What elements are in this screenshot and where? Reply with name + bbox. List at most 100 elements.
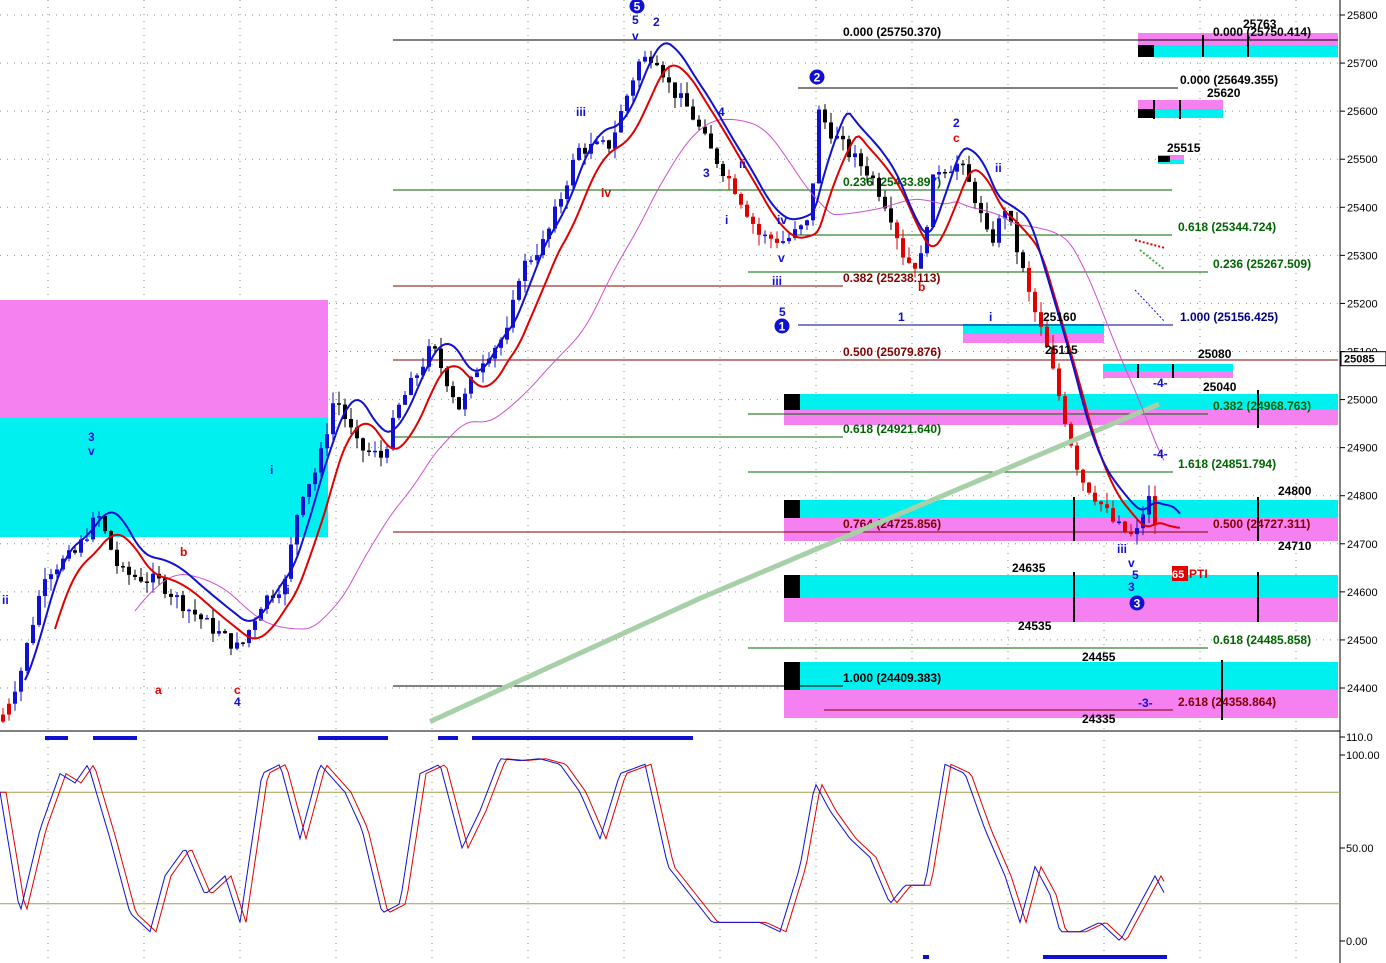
- candle-body: [277, 594, 281, 598]
- price-label: 24535: [1018, 619, 1052, 633]
- osc-axis-label: 110.0: [1346, 732, 1373, 744]
- candle-body: [235, 642, 239, 649]
- candle-body: [55, 569, 59, 575]
- candle-body: [841, 135, 845, 140]
- candle-body: [229, 633, 233, 649]
- candle-body: [685, 93, 689, 107]
- wave-label: ii: [2, 593, 9, 607]
- candle-body: [463, 393, 467, 410]
- candle-body: [457, 397, 461, 410]
- candle-body: [727, 175, 731, 179]
- fib-label: 0.000 (25750.370): [843, 25, 941, 39]
- candle-body: [373, 450, 377, 453]
- price-label: 24335: [1082, 712, 1116, 726]
- price-label: 25115: [1045, 343, 1078, 357]
- osc-axis-label: 50.00: [1346, 843, 1374, 855]
- candle-body: [415, 375, 419, 378]
- axis-tick-label: 25000: [1347, 395, 1378, 407]
- wave-circle-label: 3: [1134, 597, 1141, 611]
- candle-body: [1153, 496, 1157, 526]
- wave-label: c: [953, 131, 960, 145]
- wave-label: 3: [88, 430, 95, 444]
- candle-body: [997, 218, 1001, 243]
- candle-body: [1099, 501, 1103, 505]
- zone-marker: [1158, 156, 1170, 162]
- projection-green: [1139, 249, 1166, 271]
- candle-body: [439, 348, 443, 368]
- fib-label: 0.382 (25238.113): [843, 271, 940, 285]
- candle-body: [631, 80, 635, 96]
- last-price-label: 25085: [1344, 354, 1375, 366]
- candle-body: [211, 618, 215, 634]
- candle-body: [571, 159, 575, 186]
- price-zone: [784, 500, 1338, 518]
- fib-label: 1.000 (25156.425): [1180, 310, 1278, 324]
- wave-label: 2: [653, 15, 660, 29]
- price-label: 25620: [1207, 86, 1241, 100]
- candle-body: [1015, 221, 1019, 253]
- wave-label: ii: [283, 583, 290, 597]
- price-label: 24635: [1012, 561, 1046, 575]
- candle-body: [655, 62, 659, 66]
- candle-body: [991, 229, 995, 243]
- candle-body: [43, 579, 47, 596]
- candle-body: [145, 581, 149, 583]
- candle-body: [409, 377, 413, 395]
- candle-body: [667, 77, 671, 83]
- candle-body: [829, 122, 833, 139]
- candle-body: [187, 609, 191, 612]
- candle-body: [49, 574, 53, 580]
- wave-label: iii: [1117, 542, 1127, 556]
- candle-body: [319, 448, 323, 473]
- candle-body: [709, 133, 713, 149]
- candle-body: [1111, 508, 1115, 522]
- fib-label: 1.000 (24409.383): [843, 671, 941, 685]
- candle-body: [745, 204, 749, 217]
- candle-body: [475, 372, 479, 377]
- zone-marker: [1138, 45, 1154, 57]
- axis-tick-label: 24900: [1347, 443, 1378, 455]
- candle-body: [331, 403, 335, 435]
- candle-body: [1081, 469, 1085, 483]
- signal-bar: [318, 736, 388, 740]
- candle-body: [601, 140, 605, 142]
- candle-body: [1075, 445, 1079, 470]
- candle-body: [451, 386, 455, 398]
- candle-body: [133, 574, 137, 577]
- candle-body: [403, 394, 407, 405]
- candle-body: [877, 178, 881, 197]
- candle-body: [817, 109, 821, 184]
- candle-body: [799, 225, 803, 230]
- candle-body: [19, 670, 23, 692]
- candle-body: [625, 95, 629, 112]
- candle-body: [7, 703, 11, 715]
- candle-body: [85, 539, 89, 541]
- signal-bar: [1043, 955, 1167, 959]
- candle-body: [307, 484, 311, 497]
- candle-body: [931, 174, 935, 228]
- candle-body: [1033, 291, 1037, 313]
- wave-label: 3: [1128, 580, 1135, 594]
- wave-label: 1: [898, 310, 905, 324]
- candle-body: [1063, 396, 1067, 424]
- fib-label: 0.618 (24921.640): [843, 422, 941, 436]
- wave-label: 4: [234, 695, 241, 709]
- wave-circle-label: 1: [779, 320, 786, 334]
- candle-body: [901, 238, 905, 258]
- fib-label: 0.618 (25344.724): [1178, 220, 1276, 234]
- axis-tick-label: 25700: [1347, 58, 1378, 70]
- price-label: 24455: [1082, 650, 1116, 664]
- signal-suffix: PTI: [1189, 567, 1208, 581]
- candle-body: [223, 631, 227, 634]
- candle-body: [1087, 482, 1091, 493]
- osc-axis-label: 100.00: [1346, 750, 1380, 762]
- candle-body: [523, 260, 527, 281]
- candle-body: [763, 234, 767, 237]
- candle-body: [565, 185, 569, 200]
- wave-label: 5: [779, 305, 786, 319]
- candle-body: [1021, 252, 1025, 268]
- candle-body: [295, 515, 299, 545]
- wave-label: b: [180, 545, 187, 559]
- wave-label: 4: [718, 105, 725, 119]
- candle-body: [757, 223, 761, 235]
